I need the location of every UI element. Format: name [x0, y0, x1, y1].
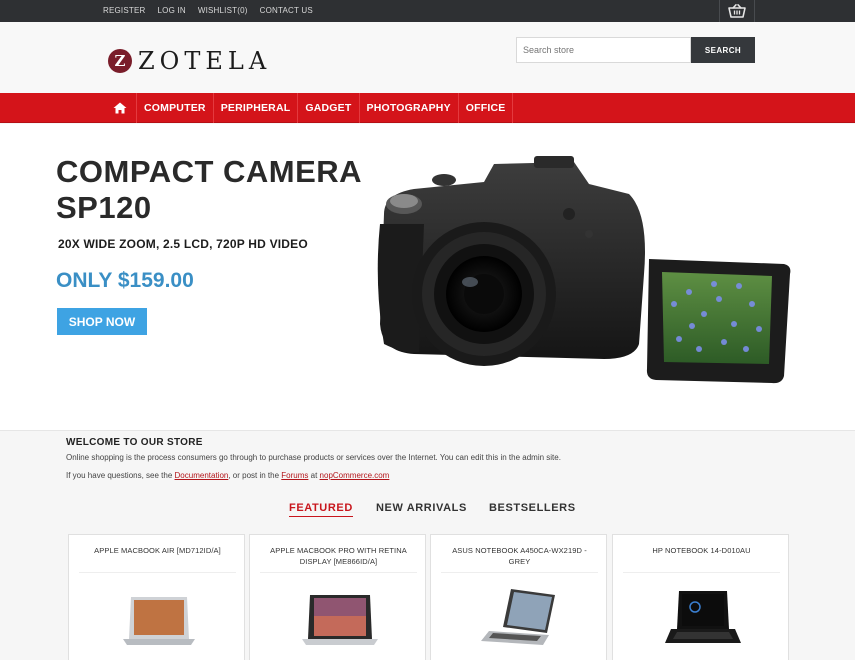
product-title[interactable]: HP NOTEBOOK 14-D010AU	[623, 545, 780, 556]
welcome-links: If you have questions, see the Documenta…	[66, 471, 389, 480]
nav-item-computer[interactable]: COMPUTER	[137, 93, 214, 123]
store-logo[interactable]: Z ZOTELA	[108, 47, 271, 75]
product-card[interactable]: ASUS NOTEBOOK A450CA-WX219D - GREY	[430, 534, 607, 660]
nav-item-office[interactable]: OFFICE	[459, 93, 514, 123]
documentation-link[interactable]: Documentation	[175, 471, 229, 480]
welcome-links-prefix: If you have questions, see the	[66, 471, 173, 480]
hero-subtitle: 20X WIDE ZOOM, 2.5 LCD, 720P HD VIDEO	[58, 237, 308, 251]
register-link[interactable]: REGISTER	[103, 6, 146, 15]
hero-banner[interactable]: COMPACT CAMERA SP120 20X WIDE ZOOM, 2.5 …	[0, 124, 855, 431]
contact-us-link[interactable]: CONTACT US	[260, 6, 313, 15]
product-image[interactable]	[471, 583, 571, 653]
tab-new-arrivals[interactable]: NEW ARRIVALS	[376, 502, 467, 514]
product-image[interactable]	[653, 583, 753, 653]
camera-image	[377, 156, 791, 384]
nopcommerce-link[interactable]: nopCommerce.com	[320, 471, 390, 480]
product-card[interactable]: APPLE MACBOOK AIR [MD712ID/A]	[68, 534, 245, 660]
hero-title: COMPACT CAMERA SP120	[56, 154, 361, 225]
welcome-text: Online shopping is the process consumers…	[66, 453, 561, 462]
product-title[interactable]: APPLE MACBOOK PRO WITH RETINA DISPLAY [M…	[260, 545, 417, 567]
product-card[interactable]: HP NOTEBOOK 14-D010AU	[612, 534, 789, 660]
nav-home[interactable]	[103, 93, 137, 123]
welcome-links-at: at	[310, 471, 318, 480]
tab-bestsellers[interactable]: BESTSELLERS	[489, 502, 576, 514]
welcome-title: WELCOME TO OUR STORE	[66, 437, 203, 448]
main-nav: COMPUTER PERIPHERAL GADGET PHOTOGRAPHY O…	[0, 93, 855, 123]
wishlist-link[interactable]: WISHLIST(0)	[198, 6, 248, 15]
shop-now-button[interactable]: SHOP NOW	[57, 308, 147, 335]
logo-mark: Z	[108, 49, 132, 73]
login-link[interactable]: LOG IN	[158, 6, 186, 15]
cart-button[interactable]	[719, 0, 755, 22]
nav-item-peripheral[interactable]: PERIPHERAL	[214, 93, 299, 123]
welcome-links-middle: , or post in the	[228, 471, 280, 480]
product-image[interactable]	[290, 583, 390, 653]
tab-featured[interactable]: FEATURED	[289, 502, 353, 517]
site-header: Z ZOTELA SEARCH	[0, 22, 855, 93]
top-bar: REGISTER LOG IN WISHLIST(0) CONTACT US	[0, 0, 855, 22]
nav-item-photography[interactable]: PHOTOGRAPHY	[360, 93, 459, 123]
logo-text: ZOTELA	[138, 47, 272, 75]
product-title[interactable]: ASUS NOTEBOOK A450CA-WX219D - GREY	[441, 545, 598, 567]
product-tabs: FEATURED NEW ARRIVALS BESTSELLERS	[0, 502, 855, 522]
search-input[interactable]	[516, 37, 691, 63]
product-card[interactable]: APPLE MACBOOK PRO WITH RETINA DISPLAY [M…	[249, 534, 426, 660]
nav-item-gadget[interactable]: GADGET	[298, 93, 360, 123]
home-icon	[113, 102, 126, 114]
search-button[interactable]: SEARCH	[691, 37, 755, 63]
basket-icon	[728, 4, 746, 18]
product-title[interactable]: APPLE MACBOOK AIR [MD712ID/A]	[79, 545, 236, 556]
forums-link[interactable]: Forums	[281, 471, 308, 480]
header-links: REGISTER LOG IN WISHLIST(0) CONTACT US	[103, 6, 325, 15]
hero-price: ONLY $159.00	[56, 269, 194, 292]
product-image[interactable]	[109, 583, 209, 653]
